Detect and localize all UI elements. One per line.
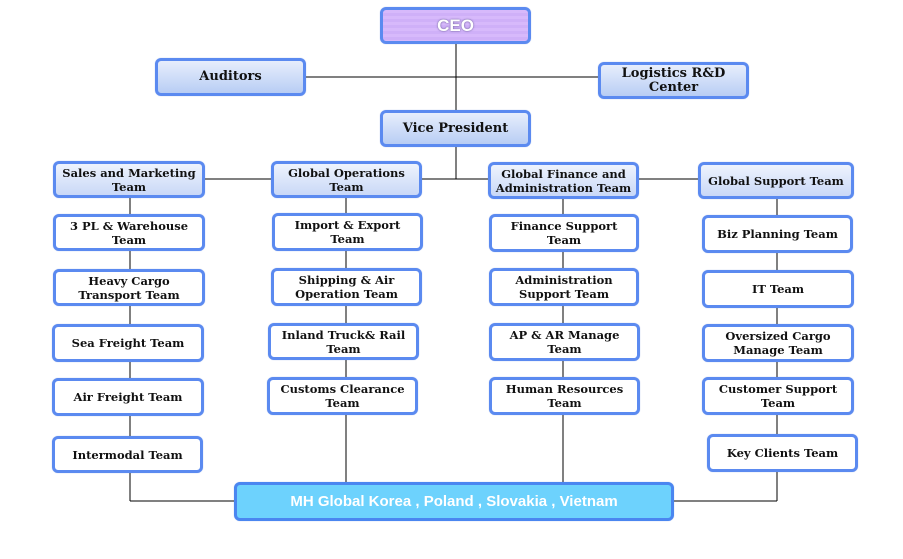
team-label: Human Resources Team [505, 382, 624, 410]
division-global-support[interactable]: Global Support Team [698, 162, 854, 199]
team-box[interactable]: Shipping & Air Operation Team [271, 268, 422, 306]
team-label: Oversized Cargo Manage Team [725, 329, 831, 357]
team-box[interactable]: 3 PL & Warehouse Team [53, 214, 205, 251]
team-box[interactable]: Air Freight Team [52, 378, 204, 416]
ceo-label: CEO [437, 15, 474, 35]
subsidiaries-box[interactable]: MH Global Korea , Poland , Slovakia , Vi… [234, 482, 674, 521]
team-label: IT Team [751, 282, 805, 296]
team-label: AP & AR Manage Team [509, 328, 620, 356]
team-label: Customer Support Team [718, 382, 838, 410]
team-box[interactable]: Biz Planning Team [702, 215, 853, 253]
division-sales-marketing[interactable]: Sales and Marketing Team [53, 161, 205, 198]
team-box[interactable]: Inland Truck& Rail Team [268, 323, 419, 360]
rnd-center-label: Logistics R&D Center [621, 65, 726, 95]
team-label: Import & Export Team [294, 218, 401, 246]
division-label: Sales and Marketing Team [62, 165, 196, 194]
division-label: Global Support Team [708, 173, 844, 188]
vice-president-box[interactable]: Vice President [380, 110, 531, 147]
team-label: Key Clients Team [726, 446, 839, 460]
team-box[interactable]: Sea Freight Team [52, 324, 204, 362]
team-box[interactable]: Customer Support Team [702, 377, 854, 415]
team-box[interactable]: Heavy Cargo Transport Team [53, 269, 205, 306]
team-label: Sea Freight Team [71, 336, 185, 350]
subsidiaries-label: MH Global Korea , Poland , Slovakia , Vi… [290, 492, 618, 510]
team-box[interactable]: Import & Export Team [272, 213, 423, 251]
team-label: Air Freight Team [73, 390, 183, 404]
auditors-box[interactable]: Auditors [155, 58, 306, 96]
team-box[interactable]: AP & AR Manage Team [489, 323, 640, 361]
auditors-label: Auditors [199, 69, 262, 84]
team-box[interactable]: Oversized Cargo Manage Team [702, 324, 854, 362]
team-label: Administration Support Team [515, 273, 613, 301]
ceo-box[interactable]: CEO [380, 7, 531, 44]
team-label: Heavy Cargo Transport Team [78, 273, 180, 302]
team-box[interactable]: Administration Support Team [489, 268, 639, 306]
rnd-center-box[interactable]: Logistics R&D Center [598, 62, 749, 99]
team-box[interactable]: IT Team [702, 270, 854, 308]
division-global-operations[interactable]: Global Operations Team [271, 161, 422, 198]
team-label: Biz Planning Team [717, 227, 838, 241]
division-label: Global Finance and Administration Team [495, 166, 632, 195]
team-box[interactable]: Human Resources Team [489, 377, 640, 415]
team-box[interactable]: Intermodal Team [52, 436, 203, 473]
vice-president-label: Vice President [402, 120, 509, 136]
team-label: Customs Clearance Team [280, 382, 405, 410]
division-finance-admin[interactable]: Global Finance and Administration Team [488, 162, 639, 199]
team-label: Finance Support Team [510, 219, 618, 247]
team-box[interactable]: Key Clients Team [707, 434, 858, 472]
team-label: 3 PL & Warehouse Team [69, 218, 189, 247]
division-label: Global Operations Team [288, 165, 405, 194]
team-box[interactable]: Customs Clearance Team [267, 377, 418, 415]
team-box[interactable]: Finance Support Team [489, 214, 639, 252]
team-label: Inland Truck& Rail Team [281, 327, 406, 356]
team-label: Shipping & Air Operation Team [295, 273, 398, 301]
team-label: Intermodal Team [72, 447, 183, 462]
